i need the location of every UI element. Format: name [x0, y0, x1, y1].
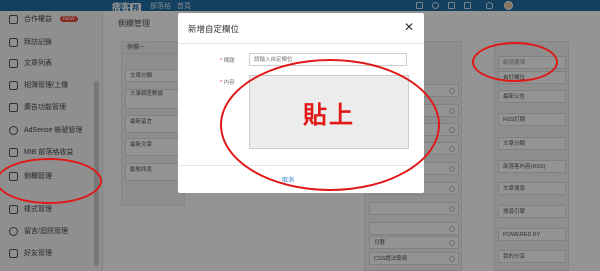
close-icon[interactable]: ✕ [404, 20, 414, 34]
content-field-label: * 內容 [220, 78, 235, 86]
annotation-ring-custom-field [472, 42, 558, 82]
modal-title: 新增自定欄位 [188, 24, 240, 34]
divider [178, 43, 424, 44]
annotation-ring-sidebar-manage [0, 158, 102, 204]
title-field-label: * 標題 [220, 56, 235, 64]
annotation-ring-content [220, 59, 440, 191]
title-label-text: 標題 [223, 58, 235, 64]
content-label-text: 內容 [223, 80, 235, 86]
